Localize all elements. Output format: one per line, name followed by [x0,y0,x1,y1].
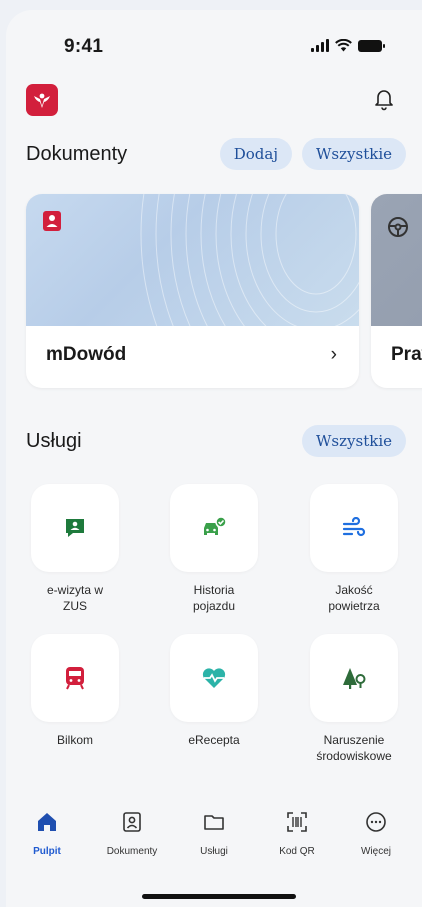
service-label: Naruszenie środowiskowe [316,733,392,763]
document-card-mdowod[interactable]: mDowód › [26,194,359,388]
eagle-emblem-icon [34,93,50,108]
service-label: Historia pojazdu [192,583,236,613]
id-card-icon [43,211,61,231]
home-indicator [142,894,296,899]
service-label: eRecepta [188,733,240,747]
train-icon [66,667,84,690]
app-screen: 9:41 Dokumenty Dodaj Wszystkie mDowód › … [6,10,422,907]
signal-icon [311,39,329,52]
documents-carousel[interactable]: mDowód › Praw [26,194,422,389]
documents-header: Dokumenty Dodaj Wszystkie [26,137,406,171]
document-card-prawo-jazdy[interactable]: Praw [371,194,422,388]
add-document-button[interactable]: Dodaj [219,138,293,170]
nav-item-wiecej[interactable]: Więcej [336,811,416,857]
all-services-button[interactable]: Wszystkie [302,425,406,457]
bell-icon[interactable] [372,86,396,112]
battery-icon [358,39,385,52]
chat-person-icon [66,519,84,537]
folder-icon [204,815,224,830]
service-tile[interactable] [31,484,119,572]
service-tile[interactable] [170,634,258,722]
nav-item-pulpit[interactable]: Pulpit [7,811,87,857]
qr-scan-icon [287,812,307,832]
wifi-icon [335,39,352,52]
card-artwork [26,194,359,326]
nav-label: Usługi [200,846,228,857]
system-icons [311,39,385,52]
nav-item-uslugi[interactable]: Usługi [174,811,254,857]
nav-label: Dokumenty [106,846,158,857]
services-header: Usługi Wszystkie [26,424,406,458]
nav-label: Pulpit [33,846,61,857]
service-historia-pojazdu[interactable]: Historia pojazdu [154,484,274,614]
service-jakosc-powietrza[interactable]: Jakość powietrza [294,484,414,614]
heart-pulse-icon [202,668,226,688]
more-icon [366,812,386,832]
services-title: Usługi [26,429,82,452]
card-artwork [371,194,422,326]
service-erecepta[interactable]: eRecepta [154,634,274,748]
tree-pin-icon [343,668,366,689]
nav-item-kod-qr[interactable]: Kod QR [257,811,337,857]
app-logo [26,84,58,116]
service-tile[interactable] [310,634,398,722]
service-bilkom[interactable]: Bilkom [15,634,135,748]
service-tile[interactable] [170,484,258,572]
status-time: 9:41 [64,36,104,57]
document-label: mDowód [46,344,127,365]
document-label: Praw [391,344,422,365]
service-naruszenie-srodowiskowe[interactable]: Naruszenie środowiskowe [294,634,414,764]
service-e-wizyta[interactable]: e-wizyta w ZUS [15,484,135,614]
all-documents-button[interactable]: Wszystkie [302,138,406,170]
service-label: Bilkom [56,733,93,747]
nav-item-dokumenty[interactable]: Dokumenty [92,811,172,857]
status-bar: 9:41 [6,36,422,58]
service-label: Jakość powietrza [328,583,380,613]
nav-label: Więcej [360,846,391,857]
steering-wheel-icon [388,217,408,237]
wind-icon [342,517,366,537]
nav-label: Kod QR [279,846,315,857]
wave-pattern [140,194,359,326]
bottom-nav: Pulpit Dokumenty Usługi Kod QR Więcej [6,797,422,907]
service-tile[interactable] [310,484,398,572]
id-badge-icon [123,812,141,832]
chevron-right-icon: › [330,344,337,365]
car-check-icon [204,516,227,535]
home-icon [38,813,56,831]
documents-title: Dokumenty [26,142,128,165]
service-label: e-wizyta w ZUS [46,583,103,613]
service-tile[interactable] [31,634,119,722]
